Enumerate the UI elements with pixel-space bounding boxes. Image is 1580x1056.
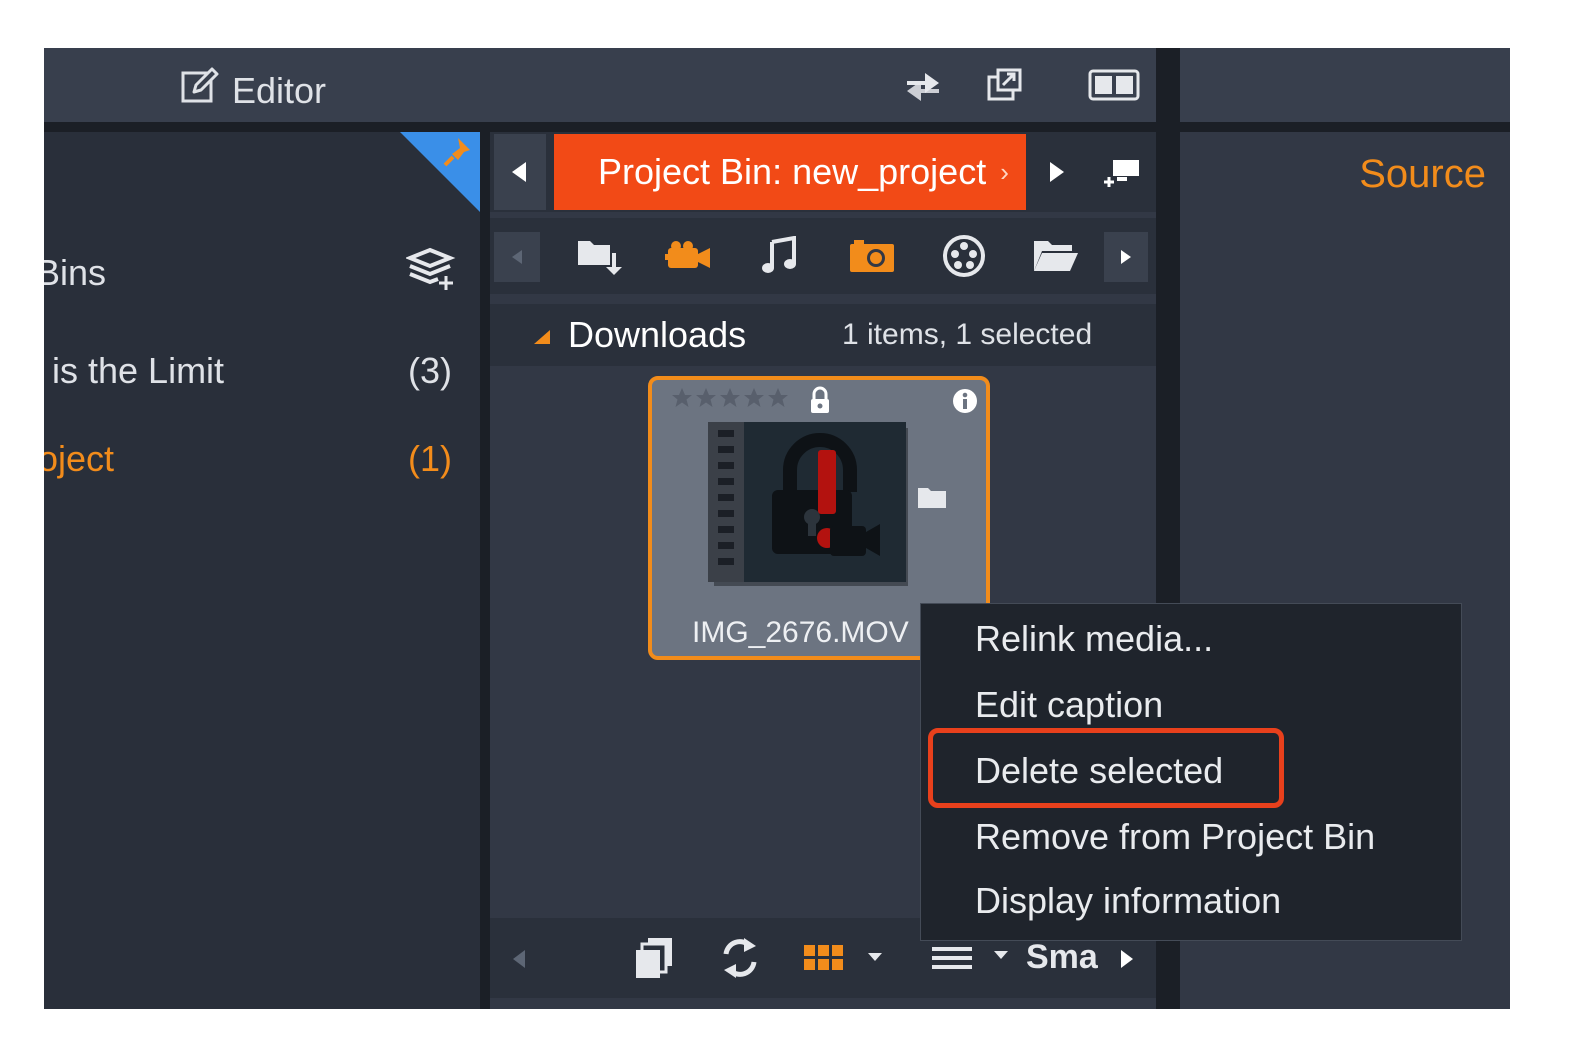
disc-icon[interactable]	[934, 228, 994, 284]
clip-name: IMG_2676.MOV	[692, 616, 909, 649]
lock-icon[interactable]	[808, 386, 832, 421]
list-item-label: Bins	[44, 252, 107, 293]
bins-panel: Bins is the Limit (3) oject (1)	[44, 132, 480, 1009]
top-bar-right	[1180, 48, 1510, 122]
list-item-label: oject	[44, 438, 115, 479]
highlight-box	[928, 728, 1284, 808]
new-bin-button[interactable]	[1090, 134, 1150, 210]
add-bin-icon[interactable]	[404, 244, 458, 301]
top-bar: Editor	[44, 48, 1156, 122]
media-next-button[interactable]	[1104, 232, 1148, 282]
downloads-header[interactable]: Downloads 1 items, 1 selected	[490, 304, 1156, 366]
missing-media-thumbnail	[708, 422, 908, 591]
import-icon[interactable]	[570, 228, 630, 284]
menu-item-display-information[interactable]: Display information	[975, 880, 1281, 922]
editor-label: Editor	[232, 69, 327, 111]
grid-view-icon	[804, 945, 882, 970]
media-prev-button[interactable]	[494, 232, 540, 282]
media-type-bar	[490, 218, 1156, 294]
bin-tab-bar: Project Bin: new_project ›	[490, 132, 1156, 212]
list-item-label: is the Limit	[52, 350, 225, 391]
collapse-triangle-icon[interactable]	[534, 330, 550, 344]
pin-icon[interactable]	[440, 136, 476, 177]
music-icon[interactable]	[750, 228, 810, 284]
swap-arrows-icon[interactable]	[900, 64, 946, 106]
selection-info: 1 items, 1 selected	[842, 318, 1093, 351]
list-view-icon	[932, 947, 1008, 969]
bottom-prev-button[interactable]	[494, 924, 544, 994]
folder-small-icon	[916, 484, 948, 515]
item-count: (1)	[408, 438, 452, 479]
bin-tab-title: Project Bin: new_project	[598, 151, 987, 192]
copy-icon[interactable]	[630, 932, 678, 984]
photo-icon[interactable]	[842, 228, 902, 284]
menu-item-remove-from-bin[interactable]: Remove from Project Bin	[975, 816, 1375, 858]
add-tab-icon	[1104, 160, 1139, 187]
popout-icon[interactable]	[982, 64, 1028, 106]
source-title[interactable]: Source	[1359, 152, 1486, 197]
edit-icon	[180, 66, 220, 115]
next-bin-button[interactable]	[1030, 134, 1082, 210]
star-rating[interactable]	[670, 386, 794, 415]
smart-view-label[interactable]: Sma	[1026, 938, 1098, 977]
menu-item-edit-caption[interactable]: Edit caption	[975, 684, 1163, 726]
editor-tab[interactable]: Editor	[180, 66, 326, 115]
project-bin-tab[interactable]: Project Bin: new_project ›	[554, 134, 1026, 210]
prev-bin-button[interactable]	[494, 134, 546, 210]
video-icon[interactable]	[658, 228, 718, 284]
item-count: (3)	[408, 350, 452, 391]
downloads-title: Downloads	[568, 314, 747, 355]
folder-icon[interactable]	[1026, 228, 1086, 284]
arrow-left-icon	[512, 162, 526, 182]
grid-view-button[interactable]	[800, 932, 892, 984]
info-icon[interactable]	[952, 388, 978, 419]
refresh-icon[interactable]	[716, 932, 764, 984]
overflow-glyph: ›	[1000, 156, 1009, 187]
menu-item-relink-media[interactable]: Relink media...	[975, 618, 1213, 660]
arrow-right-icon	[1050, 162, 1064, 182]
layout-toggle-icon[interactable]	[1084, 64, 1144, 106]
